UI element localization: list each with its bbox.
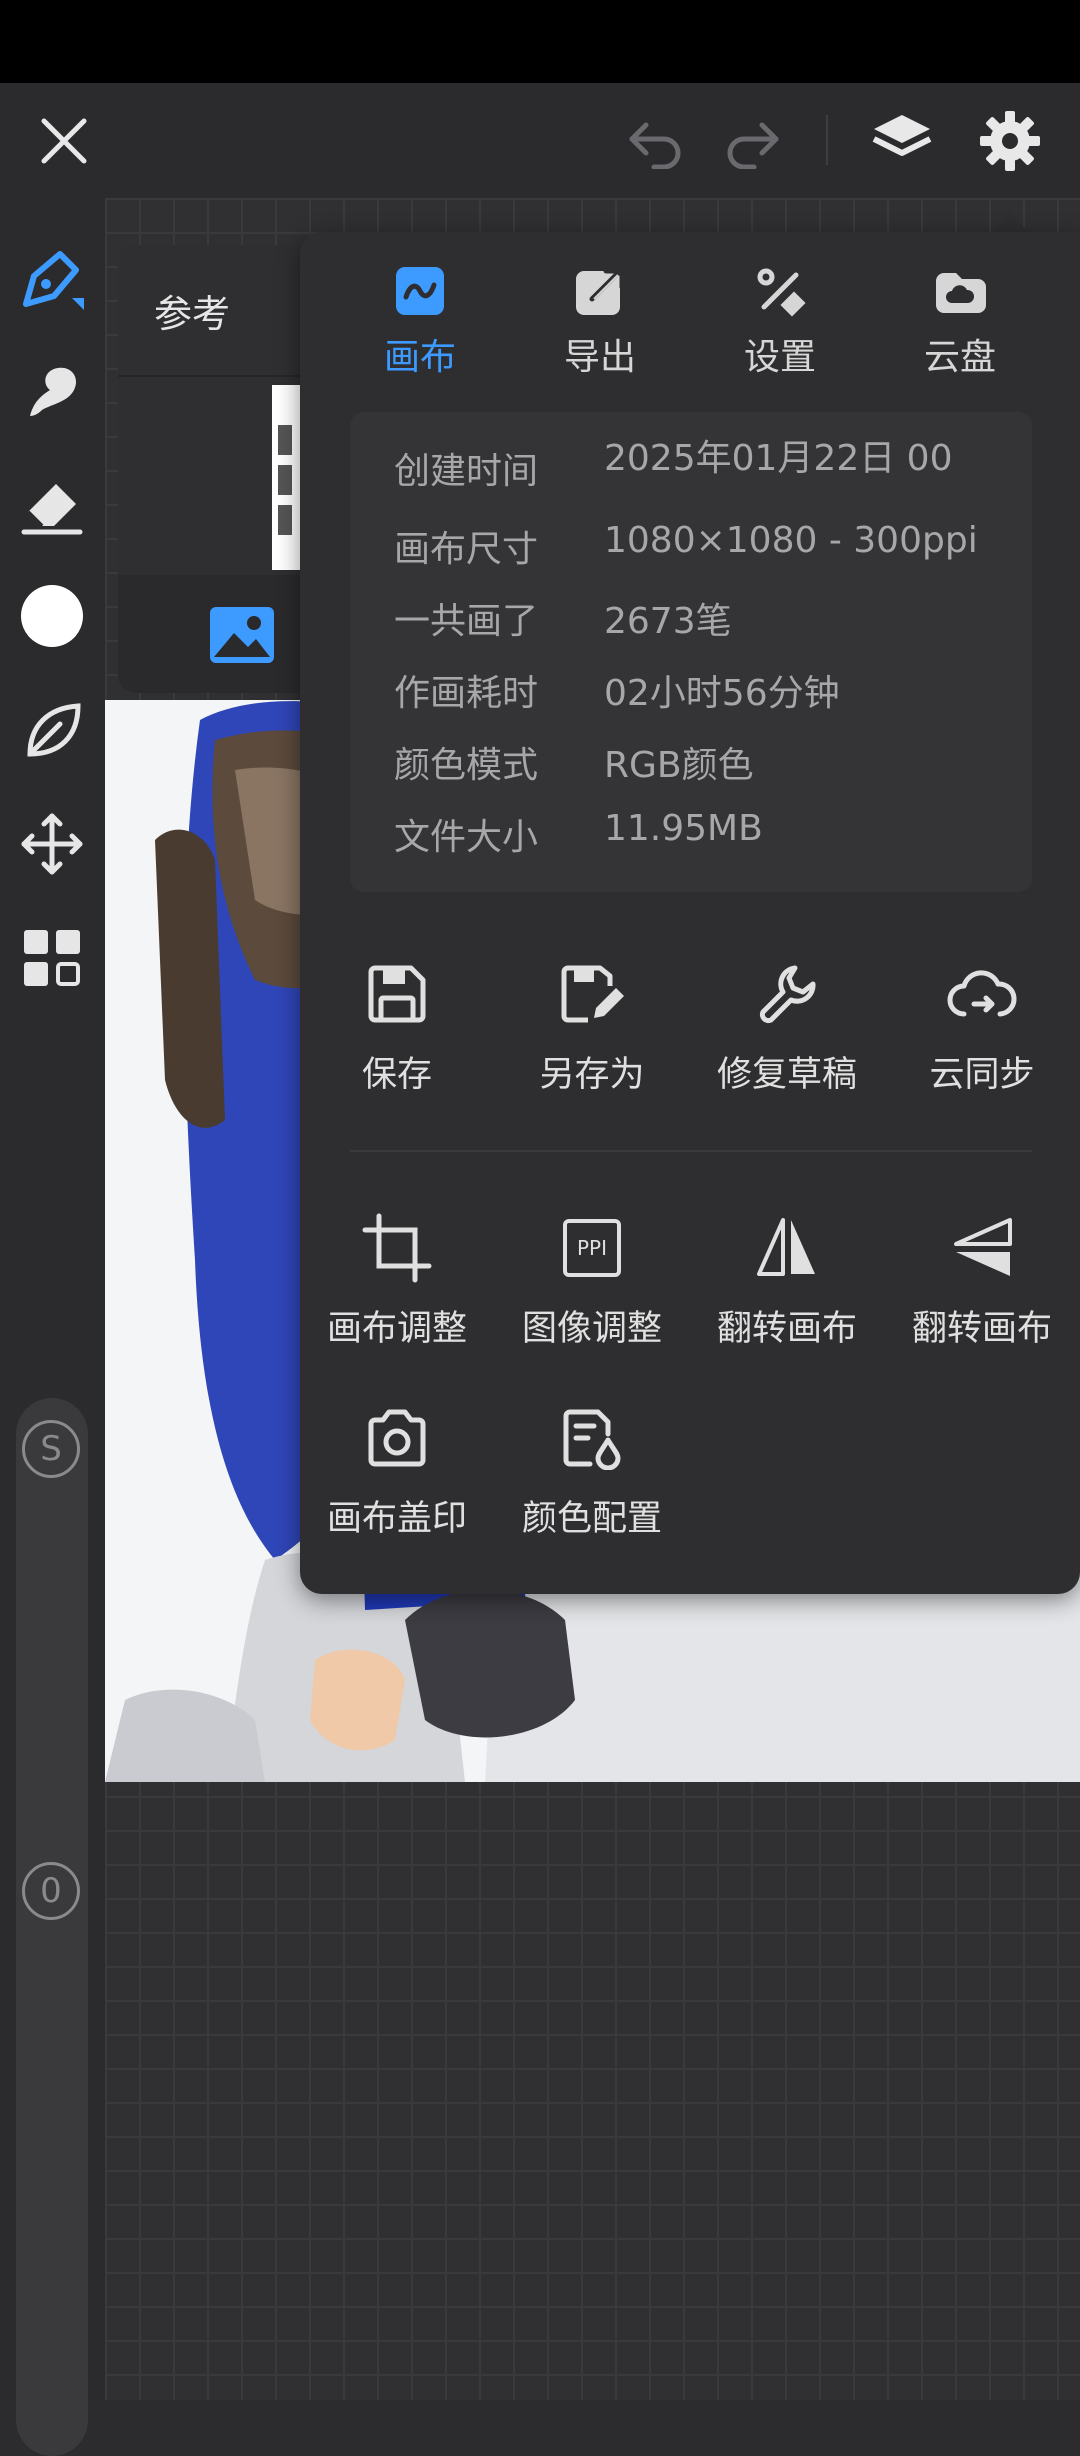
flip-canvas-horizontal-label: 翻转画布 bbox=[716, 1309, 857, 1349]
save-icon bbox=[302, 954, 492, 1034]
leaf-icon[interactable] bbox=[16, 694, 88, 766]
brush-size-knob[interactable]: S bbox=[18, 1416, 84, 1482]
cloud-sync-button[interactable]: 云同步 bbox=[887, 954, 1077, 1104]
color-profile-button[interactable]: 颜色配置 bbox=[497, 1398, 687, 1548]
color-profile-icon bbox=[497, 1398, 687, 1478]
menu-divider bbox=[350, 1150, 1032, 1152]
tab-export[interactable]: 导出 bbox=[510, 262, 690, 378]
save-button[interactable]: 保存 bbox=[302, 954, 492, 1104]
cloud-drive-icon bbox=[870, 262, 1050, 320]
save-as-icon bbox=[497, 954, 687, 1034]
ppi-icon: PPI bbox=[497, 1208, 687, 1288]
save-as-label: 另存为 bbox=[539, 1055, 645, 1095]
flip-canvas-vertical-label: 翻转画布 bbox=[911, 1309, 1052, 1349]
opacity-knob[interactable]: 0 bbox=[18, 1858, 84, 1924]
undo-icon[interactable] bbox=[618, 103, 694, 179]
ppi-icon-text: PPI bbox=[563, 1219, 621, 1277]
repair-draft-label: 修复草稿 bbox=[716, 1055, 857, 1095]
tab-cloud-drive-label: 云盘 bbox=[923, 337, 996, 378]
repair-draft-button[interactable]: 修复草稿 bbox=[692, 954, 882, 1104]
left-toolbar: S 0 bbox=[0, 198, 105, 2456]
info-key: 一共画了 bbox=[394, 601, 539, 642]
move-icon[interactable] bbox=[16, 808, 88, 880]
canvas-info-box: 创建时间 2025年01月22日 00时00分 画布尺寸 1080×1080 -… bbox=[350, 412, 1032, 892]
image-adjust-button[interactable]: PPI 图像调整 bbox=[497, 1208, 687, 1358]
canvas-icon bbox=[330, 262, 510, 320]
info-value: 02小时56分钟 bbox=[604, 673, 840, 714]
menu-caret bbox=[990, 212, 1030, 234]
layers-icon[interactable] bbox=[864, 103, 940, 179]
pen-icon[interactable] bbox=[16, 242, 88, 314]
opacity-slider[interactable] bbox=[16, 1840, 88, 2456]
topbar-divider bbox=[826, 115, 828, 165]
tab-settings-label: 设置 bbox=[743, 337, 816, 378]
image-icon[interactable] bbox=[208, 605, 276, 669]
info-value: RGB颜色 bbox=[604, 745, 754, 786]
color-profile-label: 颜色配置 bbox=[521, 1499, 662, 1539]
status-bar bbox=[0, 0, 1080, 83]
flip-horizontal-icon bbox=[692, 1208, 882, 1288]
grid-icon[interactable] bbox=[16, 922, 88, 994]
info-value: 2673笔 bbox=[604, 601, 732, 642]
save-as-button[interactable]: 另存为 bbox=[497, 954, 687, 1104]
wrench-icon bbox=[692, 954, 882, 1034]
info-value: 1080×1080 - 300ppi bbox=[604, 520, 978, 561]
export-icon bbox=[510, 262, 690, 320]
image-adjust-label: 图像调整 bbox=[521, 1309, 662, 1349]
tab-cloud-drive[interactable]: 云盘 bbox=[870, 262, 1050, 378]
info-key: 作画耗时 bbox=[394, 673, 539, 714]
crop-icon bbox=[302, 1208, 492, 1288]
flip-vertical-icon bbox=[887, 1208, 1077, 1288]
save-label: 保存 bbox=[361, 1055, 432, 1095]
canvas-adjust-label: 画布调整 bbox=[326, 1309, 467, 1349]
tab-export-label: 导出 bbox=[563, 337, 636, 378]
cloud-sync-icon bbox=[887, 954, 1077, 1034]
canvas-adjust-button[interactable]: 画布调整 bbox=[302, 1208, 492, 1358]
opacity-slider-label: 0 bbox=[40, 1871, 62, 1911]
redo-icon[interactable] bbox=[714, 103, 790, 179]
info-value: 11.95MB bbox=[604, 808, 763, 849]
info-key: 文件大小 bbox=[394, 817, 539, 858]
info-key: 创建时间 bbox=[394, 451, 539, 492]
flip-canvas-vertical-button[interactable]: 翻转画布 bbox=[887, 1208, 1077, 1358]
info-value: 2025年01月22日 00时00分 bbox=[604, 438, 953, 479]
canvas-stamp-label: 画布盖印 bbox=[326, 1499, 467, 1539]
close-icon[interactable] bbox=[26, 103, 102, 179]
smudge-icon[interactable] bbox=[16, 356, 88, 428]
eraser-icon[interactable] bbox=[16, 468, 88, 540]
canvas-menu-panel: 画布 导出 设置 云盘 创建时间 2025年01月22日 00时00分 画布尺寸… bbox=[300, 232, 1080, 1594]
size-slider-label: S bbox=[40, 1429, 62, 1469]
top-toolbar bbox=[0, 83, 1080, 198]
cloud-sync-label: 云同步 bbox=[929, 1055, 1035, 1095]
tab-canvas-label: 画布 bbox=[383, 337, 456, 378]
info-key: 颜色模式 bbox=[394, 745, 539, 786]
camera-icon bbox=[302, 1398, 492, 1478]
color-circle-icon[interactable] bbox=[16, 580, 88, 652]
flip-canvas-horizontal-button[interactable]: 翻转画布 bbox=[692, 1208, 882, 1358]
settings-tools-icon bbox=[690, 262, 870, 320]
gear-icon[interactable] bbox=[972, 103, 1048, 179]
info-key: 画布尺寸 bbox=[394, 529, 539, 570]
tab-canvas[interactable]: 画布 bbox=[330, 262, 510, 378]
tab-settings[interactable]: 设置 bbox=[690, 262, 870, 378]
reference-title: 参考 bbox=[154, 292, 231, 336]
canvas-stamp-button[interactable]: 画布盖印 bbox=[302, 1398, 492, 1548]
